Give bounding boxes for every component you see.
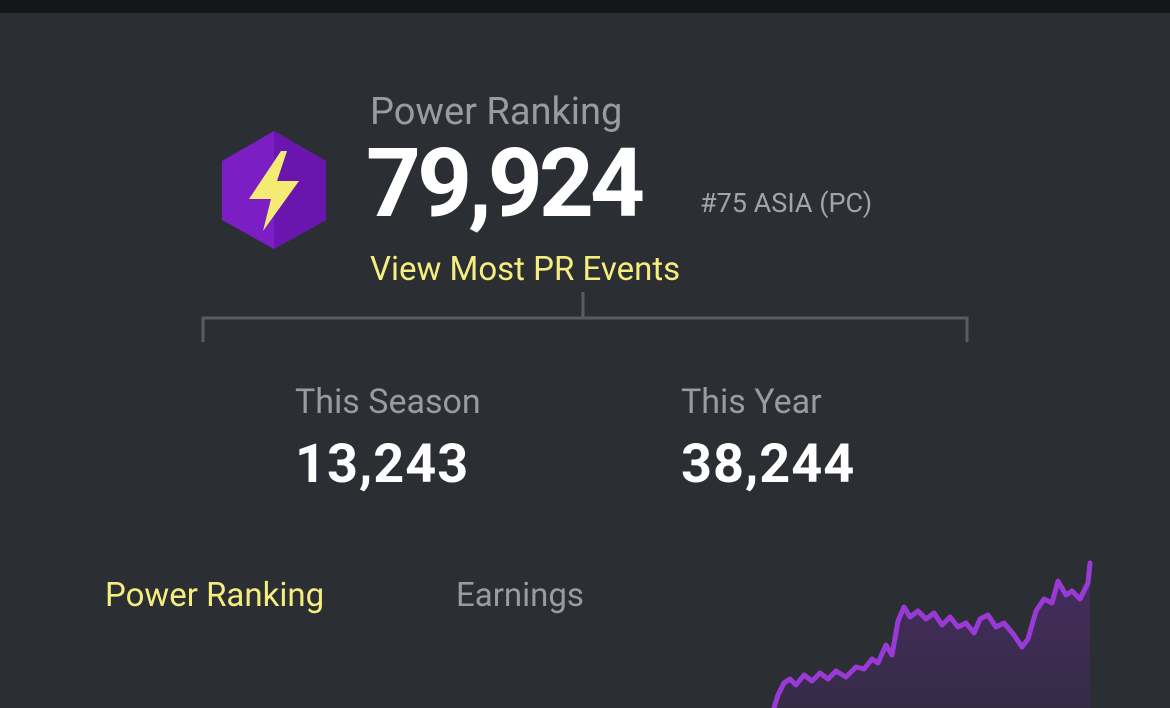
top-bar	[0, 0, 1170, 13]
view-pr-events-link[interactable]: View Most PR Events	[370, 250, 680, 289]
tab-power-ranking[interactable]: Power Ranking	[105, 576, 324, 615]
power-ranking-value: 79,924	[366, 128, 645, 240]
regional-rank: #75 ASIA (PC)	[700, 187, 873, 219]
tab-earnings[interactable]: Earnings	[456, 576, 584, 615]
this-season-value: 13,243	[295, 433, 470, 496]
this-season-label: This Season	[295, 382, 481, 422]
power-ranking-chart	[771, 560, 1093, 708]
this-year-label: This Year	[681, 382, 822, 422]
chart-area-fill	[774, 563, 1090, 708]
this-year-value: 38,244	[681, 433, 856, 496]
stats-bracket-divider	[201, 292, 969, 342]
lightning-bolt-hexagon-icon	[222, 131, 326, 249]
